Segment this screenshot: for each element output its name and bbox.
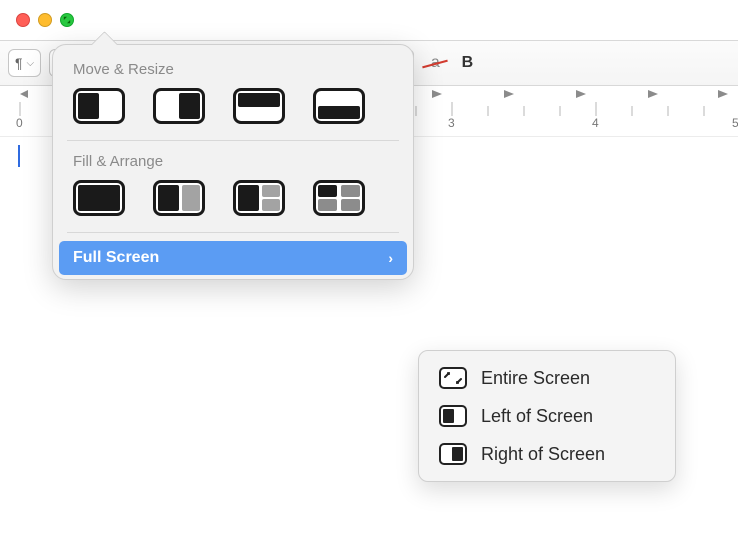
entire-screen-icon bbox=[439, 367, 467, 389]
pilcrow-icon: ¶ bbox=[15, 55, 23, 71]
menu-full-screen-label: Full Screen bbox=[73, 249, 159, 267]
submenu-entire-screen[interactable]: Entire Screen bbox=[419, 359, 675, 397]
bold-button[interactable]: B bbox=[456, 54, 478, 72]
tile-right-half-icon[interactable] bbox=[153, 88, 205, 124]
divider bbox=[67, 232, 399, 233]
full-screen-submenu: Entire Screen Left of Screen Right of Sc… bbox=[418, 350, 676, 482]
window-zoom-button[interactable] bbox=[60, 13, 74, 27]
window-close-button[interactable] bbox=[16, 13, 30, 27]
section-fill-arrange: Fill & Arrange bbox=[53, 149, 413, 176]
window-titlebar bbox=[0, 0, 738, 40]
arrange-left-right-icon[interactable] bbox=[153, 180, 205, 216]
tile-top-half-icon[interactable] bbox=[233, 88, 285, 124]
submenu-right-of-screen[interactable]: Right of Screen bbox=[419, 435, 675, 473]
ruler-tick-4: 4 bbox=[592, 116, 599, 130]
chevron-down-icon: ⌵ bbox=[27, 58, 35, 69]
submenu-entire-screen-label: Entire Screen bbox=[481, 368, 590, 389]
tile-left-half-icon[interactable] bbox=[73, 88, 125, 124]
submenu-left-of-screen[interactable]: Left of Screen bbox=[419, 397, 675, 435]
menu-full-screen[interactable]: Full Screen › bbox=[59, 241, 407, 275]
arrange-three-icon[interactable] bbox=[233, 180, 285, 216]
window-management-popover: Move & Resize Fill & Arrange bbox=[52, 44, 414, 280]
tile-bottom-half-icon[interactable] bbox=[313, 88, 365, 124]
ruler-tick-5: 5 bbox=[732, 116, 738, 130]
paragraph-style-button[interactable]: ¶ ⌵ bbox=[8, 49, 41, 77]
text-cursor bbox=[18, 145, 20, 167]
strikethrough-button[interactable]: a bbox=[422, 50, 448, 76]
strikethrough-glyph: a bbox=[431, 54, 440, 72]
right-of-screen-icon bbox=[439, 443, 467, 465]
chevron-right-icon: › bbox=[388, 250, 393, 266]
ruler-tick-3: 3 bbox=[448, 116, 455, 130]
arrange-quad-icon[interactable] bbox=[313, 180, 365, 216]
bold-label: B bbox=[462, 54, 474, 71]
divider bbox=[67, 140, 399, 141]
submenu-left-of-screen-label: Left of Screen bbox=[481, 406, 593, 427]
fill-screen-icon[interactable] bbox=[73, 180, 125, 216]
zoom-icon bbox=[63, 16, 71, 24]
ruler-tick-0: 0 bbox=[16, 116, 23, 130]
submenu-right-of-screen-label: Right of Screen bbox=[481, 444, 605, 465]
window-minimize-button[interactable] bbox=[38, 13, 52, 27]
left-of-screen-icon bbox=[439, 405, 467, 427]
section-move-resize: Move & Resize bbox=[53, 57, 413, 84]
